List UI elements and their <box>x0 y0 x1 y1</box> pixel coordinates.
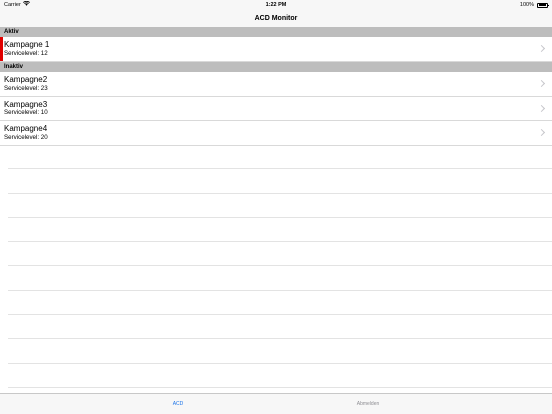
status-time: 1:22 PM <box>265 2 287 8</box>
status-bar: Carrier 1:22 PM 100% <box>0 0 552 10</box>
empty-row-separator <box>8 364 552 388</box>
empty-row-separator <box>8 315 552 340</box>
section-header-aktiv: Aktiv <box>0 27 552 37</box>
row-title: Kampagne 1 <box>4 40 50 49</box>
chevron-right-icon <box>537 79 546 88</box>
list-item-kampagne2[interactable]: Kampagne2 Servicelevel: 23 <box>0 72 552 97</box>
app-window: Carrier 1:22 PM 100% ACD Monitor Aktiv K… <box>0 0 552 414</box>
active-marker <box>0 37 3 61</box>
row-title: Kampagne2 <box>4 75 48 84</box>
list-item-kampagne4[interactable]: Kampagne4 Servicelevel: 20 <box>0 121 552 146</box>
battery-percent: 100% <box>519 2 534 8</box>
row-title: Kampagne3 <box>4 99 48 109</box>
empty-row-separator <box>8 339 552 364</box>
row-subtitle: Servicelevel: 12 <box>4 49 48 57</box>
row-title: Kampagne4 <box>4 124 48 133</box>
section-header-inaktiv: Inaktiv <box>0 62 552 72</box>
empty-row-separator <box>8 266 552 291</box>
battery-icon <box>537 2 549 8</box>
list-item-kampagne3[interactable]: Kampagne3 Servicelevel: 10 <box>0 96 552 121</box>
navigation-bar: ACD Monitor <box>0 10 552 27</box>
row-subtitle: Servicelevel: 10 <box>4 109 48 116</box>
row-subtitle: Servicelevel: 23 <box>4 84 48 92</box>
battery-group: 100% <box>519 0 549 10</box>
list-item-kampagne-1[interactable]: Kampagne 1 Servicelevel: 12 <box>0 37 552 62</box>
tab-abmelden[interactable]: Abmelden <box>308 394 428 414</box>
empty-row-separator <box>8 169 552 194</box>
campaign-list: Aktiv Kampagne 1 Servicelevel: 12 Inakti… <box>0 27 552 146</box>
empty-rows <box>0 145 552 388</box>
tab-acd[interactable]: ACD <box>118 394 238 414</box>
empty-row-separator <box>8 194 552 218</box>
empty-row-separator <box>8 291 552 316</box>
page-title: ACD Monitor <box>254 15 298 22</box>
row-subtitle: Servicelevel: 20 <box>4 133 48 141</box>
chevron-right-icon <box>537 104 546 112</box>
empty-row-separator <box>8 242 552 267</box>
empty-row-separator <box>8 218 552 243</box>
tab-bar: ACD Abmelden <box>0 393 552 414</box>
empty-row-separator <box>8 145 552 170</box>
chevron-right-icon <box>537 44 546 53</box>
chevron-right-icon <box>537 128 546 137</box>
